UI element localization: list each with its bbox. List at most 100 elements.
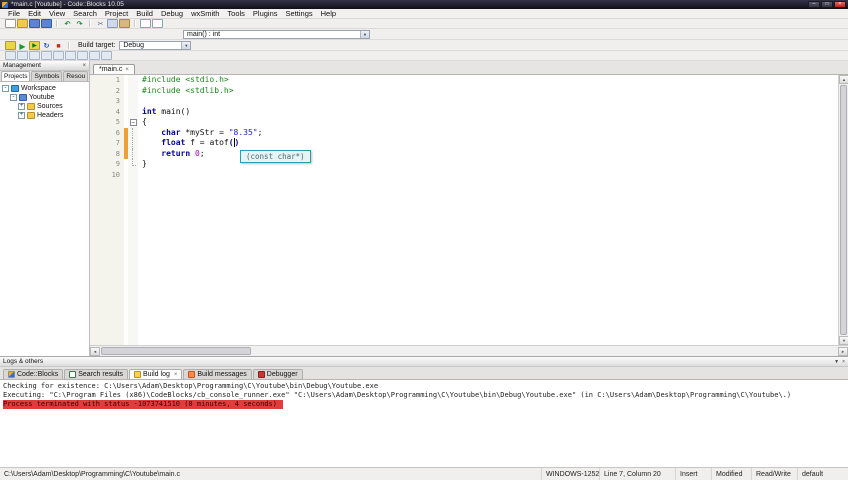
menu-item-project[interactable]: Project <box>101 9 132 18</box>
cut-icon[interactable]: ✂ <box>95 19 106 28</box>
menu-item-edit[interactable]: Edit <box>24 9 45 18</box>
expand-icon[interactable]: + <box>18 112 25 119</box>
compiler-toolbar-icons: ▶ ▶ ↻ ■ <box>5 40 64 51</box>
debug-icon[interactable] <box>5 51 16 60</box>
menu-item-file[interactable]: File <box>4 9 24 18</box>
menu-item-debug[interactable]: Debug <box>157 9 187 18</box>
build-log-output: Checking for existence: C:\Users\Adam\De… <box>0 380 848 467</box>
debugging-windows-icon[interactable] <box>89 51 100 60</box>
code-text: #include <stdio.h> <box>142 75 229 84</box>
menu-item-plugins[interactable]: Plugins <box>249 9 282 18</box>
scrollbar-thumb[interactable] <box>840 85 847 335</box>
build-target-label: Build target: <box>78 41 116 49</box>
rebuild-icon[interactable]: ↻ <box>41 41 52 50</box>
various-info-icon[interactable] <box>101 51 112 60</box>
tree-item-workspace[interactable]: - Workspace <box>0 84 89 93</box>
scroll-up-icon[interactable]: ▲ <box>839 75 848 84</box>
run-to-cursor-icon[interactable] <box>17 51 28 60</box>
management-tabs: Projects Symbols Resou <box>0 71 89 82</box>
replace-icon[interactable] <box>152 19 163 28</box>
run-icon[interactable]: ▶ <box>17 41 28 51</box>
close-panel-icon[interactable]: × <box>842 359 845 365</box>
log-tab-search-results[interactable]: Search results <box>64 369 128 379</box>
log-tab-label: Code::Blocks <box>17 371 59 378</box>
tree-item-label: Sources <box>37 103 63 110</box>
collapse-icon[interactable]: - <box>2 85 9 92</box>
menubar: File Edit View Search Project Build Debug wxSmi… <box>0 9 848 19</box>
collapse-panel-icon[interactable]: ▼ <box>834 359 839 365</box>
chevron-down-icon[interactable]: ▼ <box>360 30 369 38</box>
next-line-icon[interactable] <box>29 51 40 60</box>
menu-item-help[interactable]: Help <box>317 9 340 18</box>
management-tab-resou[interactable]: Resou <box>63 71 89 81</box>
open-icon[interactable] <box>17 19 28 28</box>
abort-icon[interactable]: ■ <box>53 41 64 50</box>
save-all-icon[interactable] <box>41 19 52 28</box>
menu-item-search[interactable]: Search <box>69 9 101 18</box>
main-toolbar: ↶ ↷ ✂ <box>0 19 848 29</box>
code-text: { <box>142 117 147 126</box>
log-tab-debugger[interactable]: Debugger <box>252 369 303 379</box>
paste-icon[interactable] <box>119 19 130 28</box>
tree-item-sources[interactable]: + Sources <box>0 102 89 111</box>
horizontal-scrollbar[interactable]: ◄ ► <box>90 345 848 356</box>
project-tree: - Workspace - Youtube + Sources + Headers <box>0 82 89 356</box>
menu-item-view[interactable]: View <box>45 9 69 18</box>
scroll-right-icon[interactable]: ► <box>838 346 848 356</box>
build-and-run-icon[interactable]: ▶ <box>29 40 40 50</box>
folder-icon <box>27 112 35 119</box>
save-icon[interactable] <box>29 19 40 28</box>
toolbar-separator <box>56 20 58 27</box>
next-instruction-icon[interactable] <box>65 51 76 60</box>
maximize-button[interactable]: □ <box>821 1 833 8</box>
logs-caption: Logs & others ▼ × <box>0 357 848 367</box>
fold-collapse-icon[interactable]: − <box>129 118 137 126</box>
scroll-left-icon[interactable]: ◄ <box>90 346 100 356</box>
symbol-combobox[interactable]: main() : int ▼ <box>183 29 370 39</box>
redo-icon[interactable]: ↷ <box>74 19 85 28</box>
scroll-down-icon[interactable]: ▼ <box>839 336 848 345</box>
search-icon <box>69 371 77 378</box>
tree-item-youtube[interactable]: - Youtube <box>0 93 89 102</box>
step-into-icon[interactable] <box>41 51 52 60</box>
close-tab-icon[interactable]: × <box>174 372 178 378</box>
menu-item-settings[interactable]: Settings <box>282 9 317 18</box>
new-file-icon[interactable] <box>5 19 16 28</box>
close-button[interactable]: × <box>834 1 846 8</box>
fold-margin <box>128 159 138 170</box>
menu-item-tools[interactable]: Tools <box>223 9 249 18</box>
close-panel-icon[interactable]: × <box>82 63 86 69</box>
copy-icon[interactable] <box>107 19 118 28</box>
compile-icon[interactable] <box>5 40 16 50</box>
scrollbar-thumb[interactable] <box>101 347 251 355</box>
statusbar-profile: default <box>802 470 824 478</box>
tree-item-headers[interactable]: + Headers <box>0 111 89 120</box>
line-number: 9 <box>115 160 120 168</box>
log-tab-build-messages[interactable]: Build messages <box>183 369 252 379</box>
fold-margin <box>128 138 138 149</box>
menu-item-wxsmith[interactable]: wxSmith <box>187 9 223 18</box>
code-editor[interactable]: 1 #include <stdio.h> 2 #include <stdlib.h> 3… <box>90 75 848 345</box>
build-target-combobox[interactable]: Debug ▼ <box>119 40 192 50</box>
codeblocks-icon <box>8 371 15 378</box>
log-tab-code-blocks[interactable]: Code::Blocks <box>3 369 64 379</box>
undo-icon[interactable]: ↶ <box>62 19 73 28</box>
folder-icon <box>27 103 35 110</box>
collapse-icon[interactable]: - <box>10 94 17 101</box>
vertical-scrollbar[interactable]: ▲ ▼ <box>838 75 848 345</box>
management-tab-projects[interactable]: Projects <box>1 71 31 81</box>
build-target-value: Debug <box>123 41 144 49</box>
management-tab-symbols[interactable]: Symbols <box>31 71 63 81</box>
code-line: 4 int main() <box>90 107 848 118</box>
log-tab-label: Build log <box>143 371 170 378</box>
editor-tab-main-c[interactable]: *main.c × <box>93 64 135 74</box>
chevron-down-icon[interactable]: ▼ <box>181 41 191 49</box>
toggle-breakpoint-icon[interactable] <box>77 51 88 60</box>
minimize-button[interactable]: – <box>808 1 820 8</box>
menu-item-build[interactable]: Build <box>132 9 157 18</box>
find-icon[interactable] <box>140 19 151 28</box>
expand-icon[interactable]: + <box>18 103 25 110</box>
log-tab-build-log[interactable]: Build log × <box>129 369 183 379</box>
close-tab-icon[interactable]: × <box>125 67 129 73</box>
step-out-icon[interactable] <box>53 51 64 60</box>
